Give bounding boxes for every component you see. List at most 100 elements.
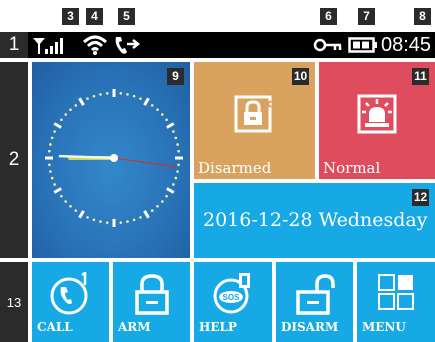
- minute-dot: [50, 136, 54, 140]
- menu-button[interactable]: MENU: [357, 262, 435, 342]
- minute-dot: [99, 93, 102, 96]
- disarm-button-label: DISARM: [281, 320, 339, 334]
- marker-2: 2: [0, 62, 28, 258]
- hour-tick: [143, 210, 150, 219]
- minute-dot: [69, 108, 72, 111]
- minute-dot: [49, 143, 52, 146]
- call-button[interactable]: CALL: [32, 262, 109, 342]
- minute-dot: [99, 220, 102, 223]
- marker-1: 1: [0, 32, 28, 58]
- minute-dot: [53, 130, 56, 133]
- minute-dot: [156, 205, 159, 208]
- marker-10: 10: [292, 68, 309, 85]
- disarmed-status-tile[interactable]: Disarmed 10: [194, 62, 315, 179]
- minute-dot: [126, 93, 129, 96]
- minute-dot: [176, 170, 179, 173]
- date-tile: 2016-12-28 Wednesday 12: [194, 183, 435, 258]
- minute-dot: [132, 94, 136, 98]
- hour-tick: [166, 187, 175, 194]
- minute-dot: [48, 163, 51, 167]
- marker-4: 4: [86, 8, 103, 25]
- minute-dot: [165, 194, 168, 198]
- minute-dot: [119, 221, 123, 224]
- battery-icon: [348, 32, 378, 58]
- minute-dot: [156, 108, 159, 111]
- sos-icon: SOS: [211, 272, 255, 321]
- minute-dot: [64, 200, 67, 203]
- minute-dot: [60, 118, 63, 122]
- minute-dot: [74, 209, 78, 212]
- minute-dot: [174, 176, 178, 180]
- disarmed-label: Disarmed: [198, 159, 272, 177]
- minute-dot: [74, 104, 78, 107]
- wifi-icon: [82, 32, 108, 58]
- phone-icon: [49, 270, 93, 321]
- key-icon: [313, 32, 343, 58]
- minute-dot: [60, 194, 63, 198]
- hour-tick: [143, 97, 150, 106]
- minute-dot: [150, 209, 154, 212]
- marker-8: 8: [414, 8, 431, 25]
- minute-dot: [139, 216, 142, 219]
- minute-dot: [92, 94, 96, 98]
- minute-dot: [177, 163, 180, 167]
- minute-dot: [139, 97, 142, 100]
- marker-13: 13: [0, 262, 28, 342]
- minute-dot: [49, 170, 52, 173]
- minute-dot: [53, 183, 56, 186]
- minute-dot: [69, 205, 72, 208]
- minute-dot: [105, 221, 109, 224]
- minute-dot: [64, 113, 67, 116]
- alarm-siren-icon: [357, 94, 397, 139]
- clock-tile[interactable]: 9: [32, 62, 190, 258]
- analog-clock: [45, 89, 183, 227]
- status-bar: 08:45: [28, 32, 435, 58]
- status-time: 08:45: [381, 33, 432, 56]
- marker-5: 5: [118, 8, 135, 25]
- minute-dot: [177, 149, 180, 153]
- hour-tick: [78, 97, 85, 106]
- clock-center: [110, 154, 118, 162]
- lock-status-icon: [233, 94, 273, 139]
- normal-label: Normal: [323, 159, 381, 177]
- hour-tick: [166, 122, 175, 129]
- signal-icon: [32, 32, 66, 58]
- minute-dot: [92, 218, 96, 222]
- minute-dot: [150, 104, 154, 107]
- date-text: 2016-12-28 Wednesday: [203, 209, 428, 231]
- second-hand: [113, 157, 176, 168]
- minute-dot: [176, 143, 179, 146]
- marker-6: 6: [320, 8, 337, 25]
- arm-button[interactable]: ARM: [113, 262, 190, 342]
- arm-button-label: ARM: [118, 320, 151, 334]
- minute-dot: [105, 92, 109, 95]
- call-forward-icon: [113, 32, 141, 58]
- normal-status-tile[interactable]: Normal 11: [319, 62, 435, 179]
- minute-dot: [132, 218, 136, 222]
- minute-dot: [126, 220, 129, 223]
- hour-tick: [78, 210, 85, 219]
- marker-12: 12: [412, 189, 429, 206]
- minute-dot: [119, 92, 123, 95]
- minute-dot: [165, 118, 168, 122]
- minute-dot: [172, 183, 175, 186]
- padlock-closed-icon: [132, 272, 172, 321]
- minute-dot: [161, 113, 164, 116]
- grid-menu-icon: [376, 272, 416, 317]
- menu-button-label: MENU: [362, 320, 406, 334]
- help-button[interactable]: SOS HELP: [194, 262, 272, 342]
- minute-dot: [161, 200, 164, 203]
- hour-tick: [53, 187, 62, 194]
- marker-3: 3: [62, 8, 79, 25]
- minute-dot: [174, 136, 178, 140]
- padlock-open-icon: [293, 272, 337, 321]
- hour-tick: [53, 122, 62, 129]
- call-button-label: CALL: [37, 320, 73, 334]
- minute-dot: [172, 130, 175, 133]
- help-button-label: HELP: [199, 320, 237, 334]
- minute-dot: [48, 149, 51, 153]
- marker-7: 7: [358, 8, 375, 25]
- minute-dot: [50, 176, 54, 180]
- minute-dot: [86, 216, 89, 219]
- disarm-button[interactable]: DISARM: [276, 262, 353, 342]
